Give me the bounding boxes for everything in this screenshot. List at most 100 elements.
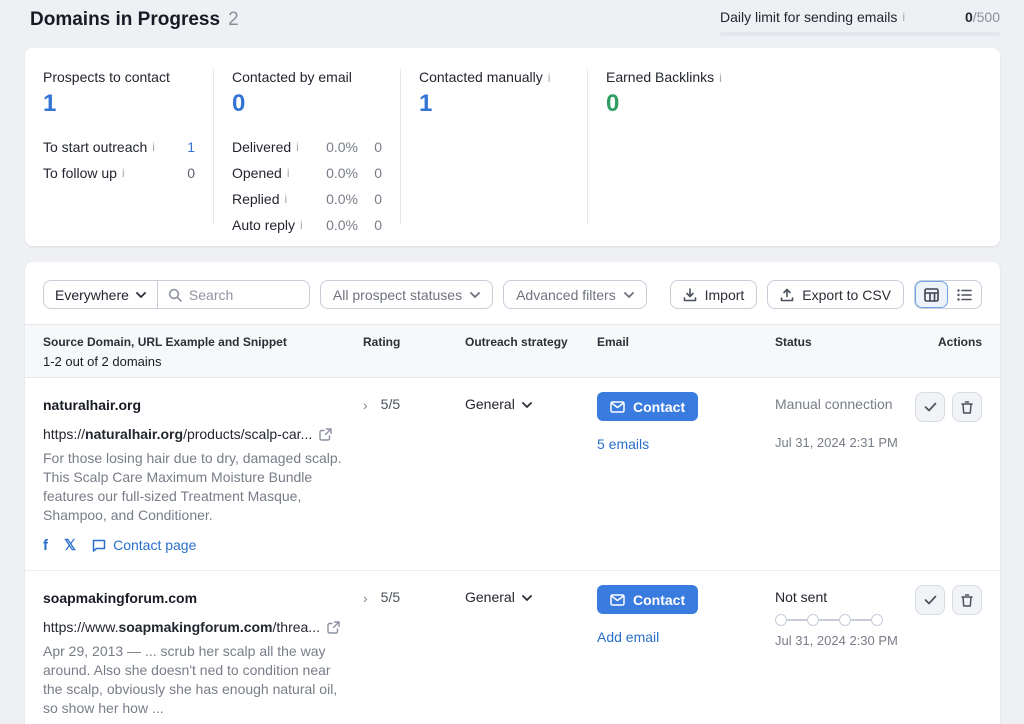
- stat-row-auto-reply: Auto replyi 0.0% 0: [232, 212, 382, 238]
- emails-link[interactable]: 5 emails: [597, 436, 775, 452]
- stat-value: 1: [43, 90, 195, 118]
- column-header-email: Email: [597, 335, 775, 369]
- stat-value: 0: [606, 90, 982, 118]
- table-view-button[interactable]: [915, 281, 948, 308]
- chevron-down-icon: [136, 292, 146, 298]
- x-icon[interactable]: 𝕏: [64, 536, 76, 554]
- page-title-count: 2: [228, 9, 239, 31]
- stat-row-delivered: Deliveredi 0.0% 0: [232, 134, 382, 160]
- advanced-filters-dropdown[interactable]: Advanced filters: [503, 280, 647, 309]
- stat-row-percent: 0.0%: [314, 191, 358, 207]
- approve-icon: [924, 595, 937, 605]
- facebook-icon[interactable]: f: [43, 537, 48, 554]
- approve-button[interactable]: [915, 585, 945, 615]
- contact-button[interactable]: Contact: [597, 392, 698, 421]
- daily-limit-progress-bar: [720, 32, 1000, 36]
- stepper-dot: [871, 614, 883, 626]
- column-header-source: Source Domain, URL Example and Snippet: [43, 335, 363, 349]
- chevron-down-icon: [522, 595, 532, 601]
- domain-name: naturalhair.org: [43, 397, 363, 413]
- link-building-page: Domains in Progress 2 Daily limit for se…: [0, 0, 1024, 724]
- search-input[interactable]: [189, 287, 299, 303]
- url-example: https://naturalhair.org/products/scalp-c…: [43, 426, 312, 442]
- stat-row-value: 0: [187, 165, 195, 181]
- stat-label: Contacted by email: [232, 69, 382, 85]
- info-icon: i: [902, 11, 905, 23]
- stat-prospects-to-contact: Prospects to contact 1 To start outreach…: [25, 69, 213, 224]
- search-scope-select[interactable]: Everywhere: [44, 281, 158, 308]
- delete-icon: [961, 594, 973, 607]
- strategy-value: General: [465, 396, 515, 412]
- list-view-button[interactable]: [948, 281, 981, 308]
- stats-card: Prospects to contact 1 To start outreach…: [25, 48, 1000, 246]
- url-prefix: https://: [43, 426, 85, 442]
- snippet-text: For those losing hair due to dry, damage…: [43, 449, 345, 525]
- delete-button[interactable]: [952, 585, 982, 615]
- search-scope-value: Everywhere: [55, 287, 129, 303]
- info-icon: i: [287, 167, 290, 179]
- info-icon: i: [296, 141, 299, 153]
- column-header-actions: Actions: [915, 335, 982, 369]
- domain-name: soapmakingforum.com: [43, 590, 363, 606]
- stat-row-to-follow-up: To follow upi 0: [43, 160, 195, 186]
- info-icon: i: [152, 141, 155, 153]
- page-title: Domains in Progress 2: [30, 9, 239, 31]
- stat-row-label: Opened: [232, 165, 282, 181]
- stepper-line: [787, 619, 807, 621]
- outreach-strategy-select[interactable]: General: [465, 378, 597, 570]
- stat-row-percent: 0.0%: [314, 165, 358, 181]
- stat-row-percent: 0.0%: [314, 217, 358, 233]
- external-link-icon[interactable]: [327, 621, 340, 634]
- info-icon: i: [719, 72, 722, 84]
- url-domain: soapmakingforum.com: [118, 619, 272, 635]
- stat-label: Prospects to contact: [43, 69, 195, 85]
- approve-icon: [924, 402, 937, 412]
- table-toolbar: Everywhere All prospect statuses Advance…: [25, 262, 1000, 324]
- stepper-dot: [775, 614, 787, 626]
- stepper-dot: [807, 614, 819, 626]
- delete-button[interactable]: [952, 392, 982, 422]
- stat-row-label: Auto reply: [232, 217, 295, 233]
- table-view-icon: [924, 288, 939, 302]
- stat-label-text: Contacted manually: [419, 69, 543, 85]
- prospect-status-filter[interactable]: All prospect statuses: [320, 280, 493, 309]
- expand-chevron-icon[interactable]: ›: [363, 590, 368, 606]
- add-email-link[interactable]: Add email: [597, 629, 775, 645]
- stepper-line: [851, 619, 871, 621]
- info-icon: i: [548, 72, 551, 84]
- export-to-csv-button[interactable]: Export to CSV: [767, 280, 904, 309]
- daily-limit-value: 0/500: [965, 9, 1000, 25]
- contact-page-link[interactable]: Contact page: [92, 537, 196, 553]
- url-domain: naturalhair.org: [85, 426, 183, 442]
- import-button[interactable]: Import: [670, 280, 758, 309]
- status-text: Not sent: [775, 589, 915, 605]
- column-header-strategy: Outreach strategy: [465, 335, 597, 369]
- outreach-strategy-select[interactable]: General: [465, 571, 597, 724]
- url-path: /threa...: [273, 619, 320, 635]
- status-text: Manual connection: [775, 396, 915, 412]
- table-row: soapmakingforum.com https://www.soapmaki…: [25, 571, 1000, 724]
- prospect-status-filter-label: All prospect statuses: [333, 287, 462, 303]
- stat-row-label: Replied: [232, 191, 279, 207]
- stat-value: 0: [232, 90, 382, 118]
- approve-button[interactable]: [915, 392, 945, 422]
- url-example: https://www.soapmakingforum.com/threa...: [43, 619, 320, 635]
- external-link-icon[interactable]: [319, 428, 332, 441]
- expand-chevron-icon[interactable]: ›: [363, 397, 368, 413]
- contact-button-label: Contact: [633, 592, 685, 608]
- daily-limit-widget: Daily limit for sending emails i 0/500: [720, 9, 1000, 36]
- contact-button[interactable]: Contact: [597, 585, 698, 614]
- stat-label: Earned Backlinksi: [606, 69, 982, 85]
- snippet-text: Apr 29, 2013 — ... scrub her scalp all t…: [43, 642, 345, 718]
- url-path: /products/scalp-car...: [183, 426, 312, 442]
- top-bar: Domains in Progress 2 Daily limit for se…: [25, 0, 1000, 36]
- rating-value: 5/5: [381, 396, 400, 412]
- list-view-icon: [957, 289, 972, 301]
- daily-limit-used: 0: [965, 9, 973, 25]
- stat-value: 1: [419, 90, 569, 118]
- stat-contacted-manually: Contacted manually i 1: [400, 69, 587, 224]
- import-icon: [683, 288, 697, 302]
- stat-row-label: To follow up: [43, 165, 117, 181]
- daily-limit-total: /500: [973, 9, 1000, 25]
- stat-label: Contacted manually i: [419, 69, 569, 85]
